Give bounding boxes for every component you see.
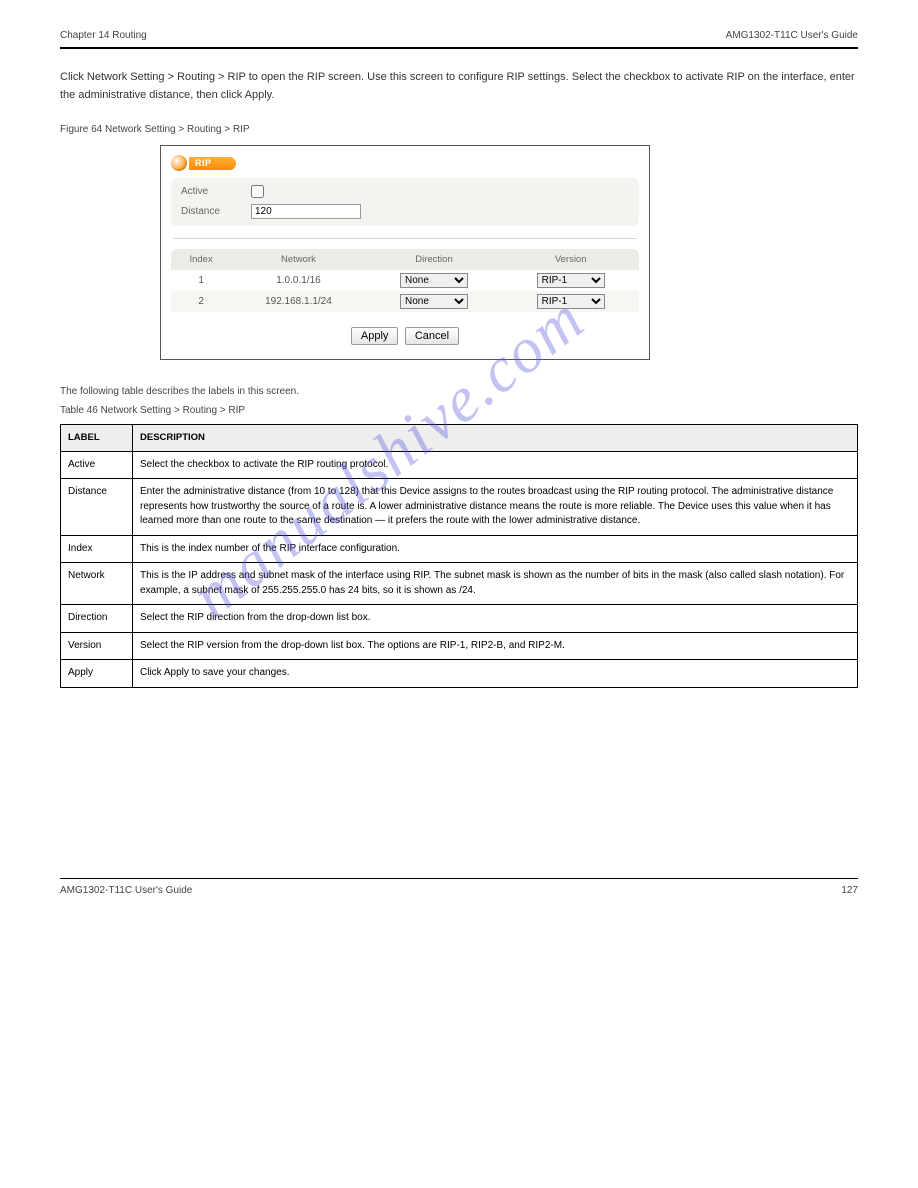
desc-row: VersionSelect the RIP version from the d… <box>61 632 858 660</box>
desc-cell-description: This is the IP address and subnet mask o… <box>133 563 858 605</box>
col-version: Version <box>502 249 639 270</box>
footer-page-number: 127 <box>841 885 858 896</box>
version-select[interactable]: RIP-1 <box>537 273 605 288</box>
desc-cell-description: This is the index number of the RIP inte… <box>133 535 858 563</box>
col-direction: Direction <box>366 249 503 270</box>
rip-panel: RIP Active Distance Index Network Direct… <box>160 145 650 360</box>
desc-table-caption: Table 46 Network Setting > Routing > RIP <box>60 405 858 416</box>
desc-head-description: DESCRIPTION <box>133 425 858 452</box>
desc-cell-description: Select the RIP version from the drop-dow… <box>133 632 858 660</box>
desc-cell-label: Apply <box>61 660 133 688</box>
rip-badge-label: RIP <box>195 158 212 168</box>
cell-index: 2 <box>171 291 231 312</box>
header-right: AMG1302-T11C User's Guide <box>726 30 858 41</box>
distance-label: Distance <box>181 206 251 217</box>
desc-cell-description: Enter the administrative distance (from … <box>133 479 858 536</box>
desc-cell-label: Active <box>61 451 133 479</box>
active-label: Active <box>181 186 251 197</box>
desc-cell-label: Network <box>61 563 133 605</box>
desc-cell-description: Click Apply to save your changes. <box>133 660 858 688</box>
desc-cell-label: Index <box>61 535 133 563</box>
desc-row: IndexThis is the index number of the RIP… <box>61 535 858 563</box>
intro-text: Click Network Setting > Routing > RIP to… <box>60 69 858 104</box>
cell-network: 1.0.0.1/16 <box>231 270 365 291</box>
desc-cell-description: Select the RIP direction from the drop-d… <box>133 605 858 633</box>
footer-left: AMG1302-T11C User's Guide <box>60 885 192 896</box>
desc-row: ActiveSelect the checkbox to activate th… <box>61 451 858 479</box>
desc-cell-label: Direction <box>61 605 133 633</box>
header-left: Chapter 14 Routing <box>60 30 147 41</box>
cancel-button[interactable]: Cancel <box>405 327 459 345</box>
rip-table: Index Network Direction Version 11.0.0.1… <box>171 249 639 312</box>
desc-cell-label: Version <box>61 632 133 660</box>
desc-cell-label: Distance <box>61 479 133 536</box>
col-index: Index <box>171 249 231 270</box>
table-row: 2192.168.1.1/24 None RIP-1 <box>171 291 639 312</box>
rip-badge: RIP <box>171 155 236 171</box>
direction-select[interactable]: None <box>400 273 468 288</box>
panel-divider <box>173 238 637 239</box>
figure-title: Figure 64 Network Setting > Routing > RI… <box>60 124 858 135</box>
header-rule <box>60 47 858 49</box>
table-row: 11.0.0.1/16 None RIP-1 <box>171 270 639 291</box>
cell-network: 192.168.1.1/24 <box>231 291 365 312</box>
apply-button[interactable]: Apply <box>351 327 399 345</box>
col-network: Network <box>231 249 365 270</box>
footer: AMG1302-T11C User's Guide 127 <box>60 878 858 896</box>
desc-row: DirectionSelect the RIP direction from t… <box>61 605 858 633</box>
version-select[interactable]: RIP-1 <box>537 294 605 309</box>
direction-select[interactable]: None <box>400 294 468 309</box>
desc-row: NetworkThis is the IP address and subnet… <box>61 563 858 605</box>
rip-header-bar: RIP <box>171 154 639 172</box>
cell-index: 1 <box>171 270 231 291</box>
desc-table: LABEL DESCRIPTION ActiveSelect the check… <box>60 424 858 688</box>
desc-cell-description: Select the checkbox to activate the RIP … <box>133 451 858 479</box>
active-checkbox[interactable] <box>251 185 264 198</box>
desc-table-intro: The following table describes the labels… <box>60 386 858 397</box>
distance-input[interactable] <box>251 204 361 219</box>
rip-form: Active Distance <box>171 178 639 226</box>
desc-row: DistanceEnter the administrative distanc… <box>61 479 858 536</box>
desc-row: ApplyClick Apply to save your changes. <box>61 660 858 688</box>
desc-head-label: LABEL <box>61 425 133 452</box>
globe-icon <box>171 155 187 171</box>
